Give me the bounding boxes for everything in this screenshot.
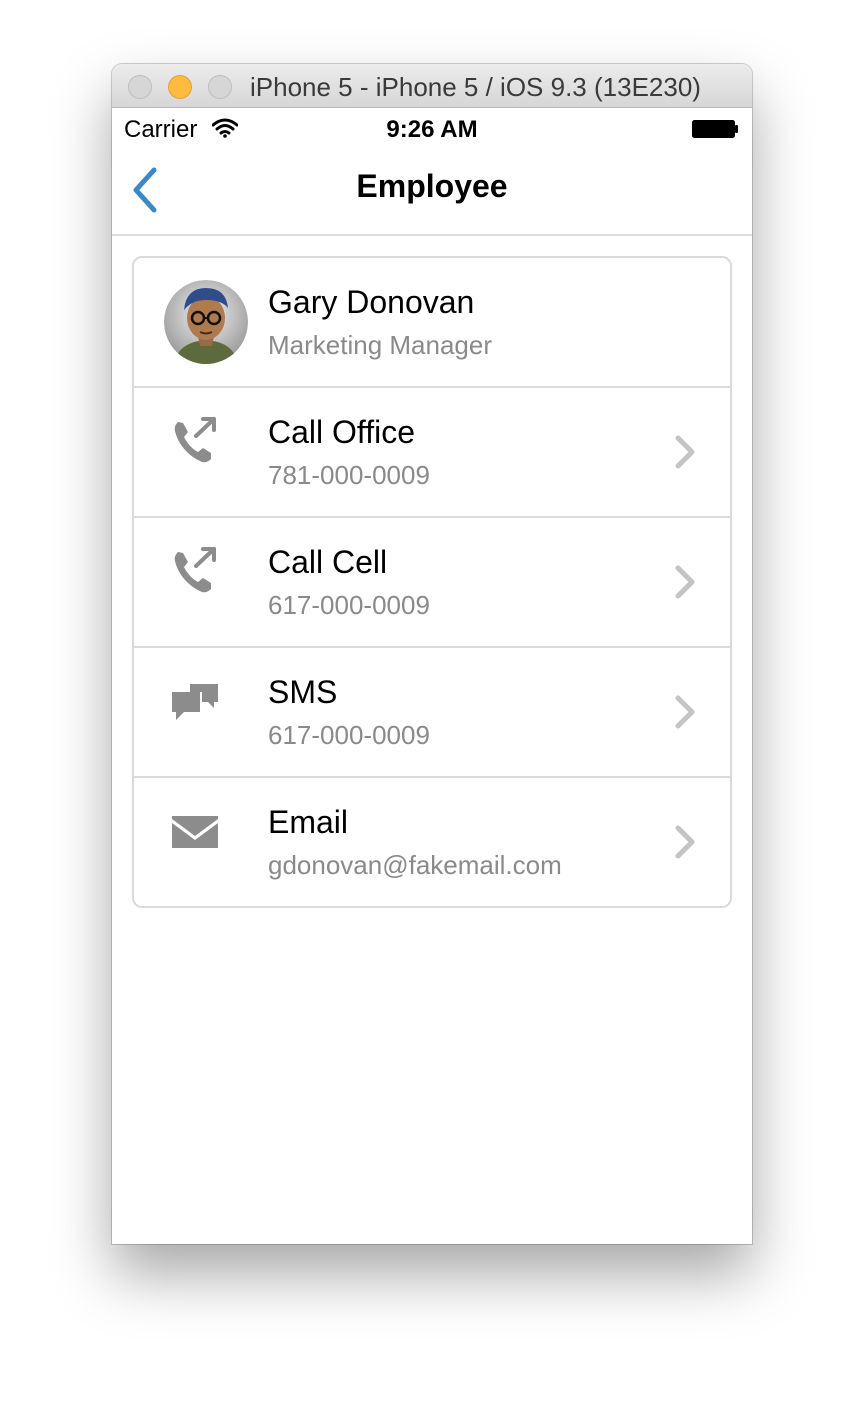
phone-call-icon [174,417,216,463]
chevron-right-icon [675,435,695,469]
status-bar: Carrier 9:26 AM [112,108,752,148]
chevron-right-icon [675,695,695,729]
title-bar[interactable]: iPhone 5 - iPhone 5 / iOS 9.3 (13E230) [112,64,752,108]
close-window-button[interactable] [128,75,152,99]
employee-role: Marketing Manager [268,330,492,360]
action-label: Call Cell [268,544,388,580]
window-title: iPhone 5 - iPhone 5 / iOS 9.3 (13E230) [250,72,701,102]
phone-screen: Carrier 9:26 AM Employee Gary Donovan Ma… [112,108,752,1244]
action-row-email[interactable]: Email gdonovan@fakemail.com [134,776,730,906]
chat-bubbles-icon [172,684,218,720]
action-label: Call Office [268,414,416,450]
action-detail: gdonovan@fakemail.com [268,850,562,880]
page-title: Employee [356,168,508,204]
action-label: Email [268,804,349,840]
phone-call-icon [174,547,216,593]
navigation-bar: Employee [112,148,752,236]
battery-icon [692,120,738,138]
zoom-window-button[interactable] [208,75,232,99]
simulator-window: iPhone 5 - iPhone 5 / iOS 9.3 (13E230) C… [112,64,752,1244]
employee-card: Gary Donovan Marketing Manager Call Offi… [132,256,732,908]
minimize-window-button[interactable] [168,75,192,99]
action-detail: 617-000-0009 [268,720,430,750]
action-row-call-cell[interactable]: Call Cell 617-000-0009 [134,516,730,646]
status-time: 9:26 AM [386,116,478,143]
employee-header-row: Gary Donovan Marketing Manager [134,258,730,386]
action-label: SMS [268,674,338,710]
action-detail: 617-000-0009 [268,590,430,620]
action-row-call-office[interactable]: Call Office 781-000-0009 [134,386,730,516]
avatar [164,280,248,364]
employee-name: Gary Donovan [268,284,475,320]
desktop: iPhone 5 - iPhone 5 / iOS 9.3 (13E230) C… [0,0,864,1404]
action-detail: 781-000-0009 [268,460,430,490]
envelope-icon [172,816,218,848]
action-row-sms[interactable]: SMS 617-000-0009 [134,646,730,776]
chevron-right-icon [675,825,695,859]
chevron-right-icon [675,565,695,599]
